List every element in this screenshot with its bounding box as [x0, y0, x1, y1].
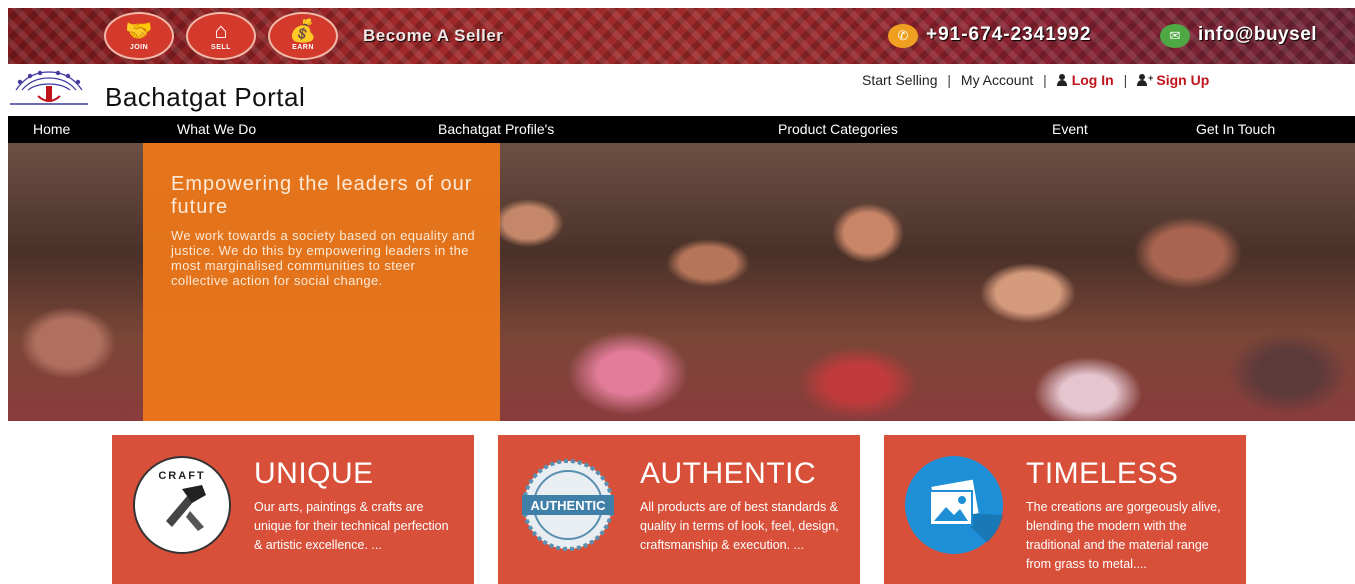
nav-get-in-touch[interactable]: Get In Touch [1196, 121, 1275, 137]
feature-card-authentic[interactable]: AUTHENTIC AUTHENTIC All products are of … [498, 435, 860, 584]
card-text: The creations are gorgeously alive, blen… [1026, 500, 1221, 571]
separator: | [947, 72, 952, 88]
login-link[interactable]: Log In [1056, 72, 1114, 88]
separator: | [1123, 72, 1128, 88]
card-text: Our arts, paintings & crafts are unique … [254, 500, 449, 552]
sell-label: SELL [211, 44, 231, 51]
nav-what-we-do[interactable]: What We Do [177, 121, 256, 137]
start-selling-link[interactable]: Start Selling [862, 72, 937, 88]
signup-label: Sign Up [1156, 72, 1210, 88]
nav-event[interactable]: Event [1052, 121, 1088, 137]
nav-home[interactable]: Home [33, 121, 70, 137]
add-user-icon [1137, 74, 1148, 86]
header-links: Start Selling | My Account | Log In | + S… [862, 72, 1209, 88]
phone-number[interactable]: +91-674-2341992 [926, 24, 1092, 46]
separator: | [1043, 72, 1047, 88]
user-icon [1056, 74, 1067, 86]
login-label: Log In [1071, 72, 1114, 88]
nav-bachatgat-profiles[interactable]: Bachatgat Profile's [438, 121, 554, 137]
handshake-icon: 🤝 [125, 18, 153, 43]
feature-card-unique[interactable]: CRAFT UNIQUE Our arts, paintings & craft… [112, 435, 474, 584]
money-icon: 💰 [289, 18, 317, 43]
top-banner: 🤝 JOIN ⌂ SELL 💰 EARN Become A Seller ✆ +… [8, 8, 1355, 64]
join-button[interactable]: 🤝 JOIN [104, 12, 174, 60]
card-title: AUTHENTIC [640, 457, 817, 490]
portal-logo[interactable] [8, 68, 90, 108]
hero-text: We work towards a society based on equal… [171, 228, 475, 288]
phone-icon: ✆ [888, 24, 918, 48]
sell-button[interactable]: ⌂ SELL [186, 12, 256, 60]
picture-icon [905, 456, 1004, 555]
main-nav: Home What We Do Bachatgat Profile's Prod… [8, 116, 1355, 143]
become-seller-link[interactable]: Become A Seller [363, 26, 503, 46]
hero-title: Empowering the leaders of our future [171, 173, 473, 218]
svg-text:CRAFT: CRAFT [158, 470, 205, 482]
authentic-seal-icon: AUTHENTIC [522, 459, 614, 551]
join-label: JOIN [129, 44, 149, 51]
my-account-link[interactable]: My Account [961, 72, 1033, 88]
email-address[interactable]: info@buysel [1198, 24, 1317, 46]
signup-link[interactable]: + Sign Up [1137, 72, 1209, 88]
card-title: UNIQUE [254, 457, 374, 490]
earn-button[interactable]: 💰 EARN [268, 12, 338, 60]
brand-name[interactable]: Bachatgat Portal [105, 82, 305, 113]
svg-text:AUTHENTIC: AUTHENTIC [530, 498, 606, 513]
feature-card-timeless[interactable]: TIMELESS The creations are gorgeously al… [884, 435, 1246, 584]
card-text: All products are of best standards & qua… [640, 500, 839, 552]
hero-panel: Empowering the leaders of our future We … [143, 143, 500, 421]
mail-icon: ✉ [1160, 24, 1190, 48]
card-title: TIMELESS [1026, 457, 1179, 490]
home-icon: ⌂ [214, 18, 228, 43]
hero-banner: Empowering the leaders of our future We … [8, 143, 1355, 421]
earn-label: EARN [292, 44, 314, 51]
plus-icon: + [1148, 73, 1154, 83]
craft-badge-icon: CRAFT [133, 456, 231, 554]
nav-product-categories[interactable]: Product Categories [778, 121, 898, 137]
